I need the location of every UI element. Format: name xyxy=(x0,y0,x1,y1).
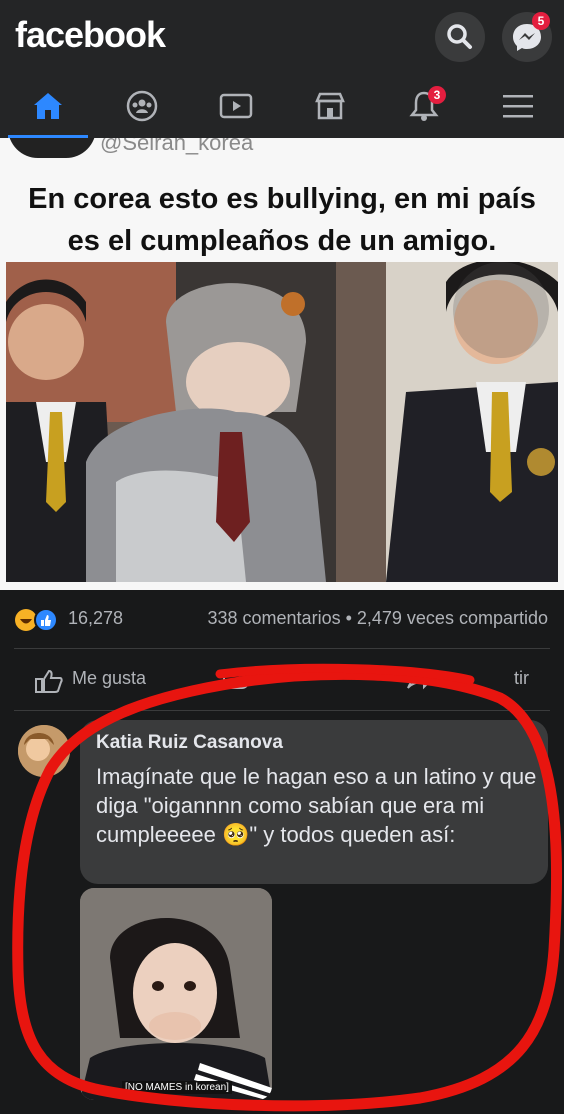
tab-groups[interactable] xyxy=(94,78,188,138)
meme-photo xyxy=(6,262,558,582)
search-button[interactable] xyxy=(435,12,485,62)
page-avatar xyxy=(8,138,96,158)
tab-menu[interactable] xyxy=(470,78,564,138)
watch-icon xyxy=(219,93,253,119)
messenger-badge: 5 xyxy=(532,12,550,30)
meme-caption: En corea esto es bullying, en mi país es… xyxy=(28,183,536,257)
divider xyxy=(14,648,550,649)
search-icon xyxy=(447,24,472,49)
tab-watch[interactable] xyxy=(188,78,282,138)
tab-notifications[interactable]: 3 xyxy=(376,78,470,138)
top-bar: facebook 5 xyxy=(0,0,564,78)
groups-icon xyxy=(126,90,158,122)
notifications-badge: 3 xyxy=(428,86,446,104)
post-stats: 16,278 338 comentarios • 2,479 veces com… xyxy=(0,590,564,648)
tab-bar: 3 xyxy=(0,78,564,139)
red-annotation-circle xyxy=(12,663,563,1112)
tab-marketplace[interactable] xyxy=(282,78,376,138)
menu-icon xyxy=(503,95,533,118)
facebook-logo[interactable]: facebook xyxy=(15,14,166,56)
reaction-icons xyxy=(15,608,58,632)
marketplace-icon xyxy=(315,92,345,120)
home-icon xyxy=(34,93,62,119)
comments-shares-count[interactable]: 338 comentarios • 2,479 veces compartido xyxy=(208,608,549,629)
tab-home[interactable] xyxy=(0,78,94,138)
reaction-count[interactable]: 16,278 xyxy=(68,608,123,629)
source-handle: @Seiran_korea xyxy=(100,138,254,155)
post-image[interactable]: @Seiran_korea En corea esto es bullying,… xyxy=(0,138,564,590)
messenger-button[interactable]: 5 xyxy=(502,12,552,62)
